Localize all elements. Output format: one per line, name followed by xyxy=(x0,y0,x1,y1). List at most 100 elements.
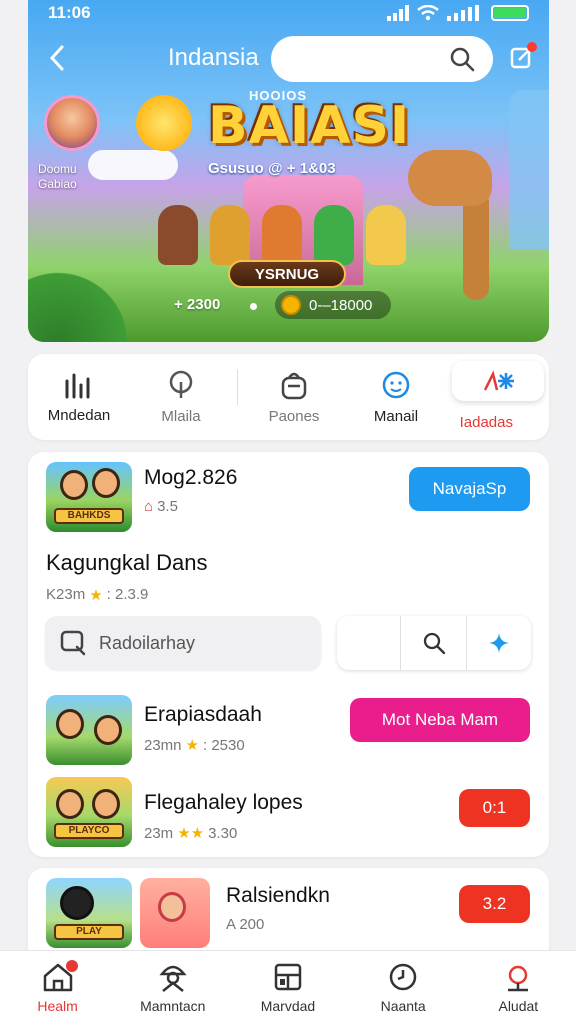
battery-icon xyxy=(491,5,529,21)
alert-icon xyxy=(508,965,529,991)
category-item-0[interactable]: Mndedan xyxy=(33,361,125,433)
search-icon[interactable] xyxy=(449,46,475,72)
hero-bush xyxy=(28,252,128,342)
score-button[interactable]: 3.2 xyxy=(459,885,530,923)
item-title: Flegahaley lopes xyxy=(144,791,303,814)
home-icon: ⌂ xyxy=(144,498,154,515)
item-meta: 23m ★★ 3.30 xyxy=(144,824,238,843)
thumbnail-label: PLAYCO xyxy=(54,823,124,839)
search-input-placeholder: Radoilarhay xyxy=(99,632,196,653)
grid-icon xyxy=(274,963,302,990)
item-meta: 23mn ★ : 2530 xyxy=(144,736,245,755)
chat-search-icon xyxy=(60,630,86,656)
toolbox-search-button[interactable] xyxy=(401,616,467,670)
item-meta-prefix: 23mn xyxy=(144,736,182,754)
bottom-nav: Healm Mamntacn Marvdad Naanta Aludat xyxy=(0,950,576,1024)
hero-banner[interactable]: 11:06 Indansia Doomu Gabiao HOOIOS BAIAS… xyxy=(28,0,549,342)
category-label: Paones xyxy=(268,407,320,425)
notification-dot xyxy=(527,42,537,52)
edit-button[interactable] xyxy=(505,40,539,74)
nav-label: Aludat xyxy=(498,997,539,1014)
avatar[interactable] xyxy=(44,95,100,151)
nav-label: Naanta xyxy=(380,997,426,1014)
hero-stat-coin-value: 0-–18000 xyxy=(309,296,373,314)
search-input[interactable]: Radoilarhay xyxy=(45,616,321,670)
category-label-active: Iadadas xyxy=(459,414,513,431)
game-list-card: BAHKDS Mog2.826 ⌂ 3.5 NavajaSp Kagungkal… xyxy=(28,452,549,857)
nav-label: Healm xyxy=(37,997,78,1014)
nav-item-mamntacn[interactable]: Mamntacn xyxy=(123,962,223,1014)
category-bar: Mndedan Mlaila Paones Manail Iadadas xyxy=(28,354,549,440)
star-icon: ★★ xyxy=(177,825,205,842)
user-icon xyxy=(159,965,187,992)
category-item-2[interactable]: Paones xyxy=(248,361,340,433)
category-divider xyxy=(237,369,238,405)
game-thumbnail[interactable]: PLAY xyxy=(46,878,132,948)
hero-stat-coin: 0-–18000 xyxy=(275,291,391,319)
sparkle-icon xyxy=(489,633,509,653)
page-title: Indansia xyxy=(168,44,259,71)
toolbox-sparkle-button[interactable] xyxy=(467,616,531,670)
search-bar[interactable] xyxy=(271,36,493,82)
game-thumbnail[interactable] xyxy=(46,695,132,765)
signal-icon xyxy=(387,5,409,21)
chevron-left-icon xyxy=(49,45,64,71)
game-thumbnail[interactable] xyxy=(140,878,210,948)
bag-icon xyxy=(281,372,307,399)
chart-bars-icon xyxy=(65,373,90,398)
item-title: Ralsiendkn xyxy=(226,884,330,907)
pin-icon xyxy=(169,370,193,398)
section-meta: K23m ★ : 2.3.9 xyxy=(46,586,148,604)
sparkle-icon xyxy=(483,370,514,391)
clock-icon xyxy=(389,963,417,990)
smiley-icon xyxy=(382,371,410,398)
category-item-4[interactable] xyxy=(452,361,544,401)
nav-item-naanta[interactable]: Naanta xyxy=(353,962,453,1014)
item-title: Erapiasdaah xyxy=(144,703,262,726)
section-meta-rating: : 2.3.9 xyxy=(106,586,149,603)
back-button[interactable] xyxy=(36,37,78,79)
section-meta-prefix: K23m xyxy=(46,586,86,603)
category-label: Manail xyxy=(373,407,419,425)
hero-banner-label: YSRNUG xyxy=(228,260,346,288)
category-label: Mndedan xyxy=(47,406,111,424)
top-header: Indansia xyxy=(28,34,549,82)
signal2-icon xyxy=(447,5,479,21)
status-bar: 11:06 xyxy=(48,2,529,24)
item-meta-rating: 3.30 xyxy=(208,824,238,842)
nav-item-home[interactable]: Healm xyxy=(8,959,108,1014)
wifi-icon xyxy=(417,5,439,21)
category-item-1[interactable]: Mlaila xyxy=(135,361,227,433)
hero-pillar xyxy=(509,90,549,250)
thumbnail-label: PLAY xyxy=(54,924,124,940)
nav-label: Marvdad xyxy=(260,997,316,1014)
navaja-button[interactable]: NavajaSp xyxy=(409,467,530,511)
mot-neba-button[interactable]: Mot Neba Mam xyxy=(350,698,530,742)
category-item-3[interactable]: Manail xyxy=(350,361,442,433)
category-label: Mlaila xyxy=(161,407,201,425)
nav-item-marvdad[interactable]: Marvdad xyxy=(238,962,338,1014)
search-icon xyxy=(423,632,445,655)
section-title: Kagungkal Dans xyxy=(46,550,208,575)
star-icon: ★ xyxy=(89,587,103,604)
hero-stat-dot xyxy=(250,303,257,310)
game-thumbnail[interactable]: PLAYCO xyxy=(46,777,132,847)
hero-subtitle: Gsusuo @ + 1&03 xyxy=(208,160,336,177)
star-icon: ★ xyxy=(185,737,199,754)
toolbox-blank-button[interactable] xyxy=(337,616,401,670)
avatar-name: Doomu Gabiao xyxy=(38,162,77,191)
item-meta: A 200 xyxy=(226,916,265,933)
score-button[interactable]: 0:1 xyxy=(459,789,530,827)
hero-logo: BAIASI xyxy=(208,96,411,156)
nav-item-aludat[interactable]: Aludat xyxy=(468,962,568,1014)
coin-icon xyxy=(281,295,301,315)
game-thumbnail[interactable]: BAHKDS xyxy=(46,462,132,532)
item-meta-prefix: 23m xyxy=(144,824,174,842)
search-toolbox xyxy=(337,616,531,670)
nav-label: Mamntacn xyxy=(140,997,206,1014)
sun-mascot xyxy=(136,95,192,151)
notification-dot xyxy=(65,959,78,972)
status-time: 11:06 xyxy=(48,3,91,22)
item-meta-rating: : 2530 xyxy=(202,736,245,754)
item-meta: ⌂ 3.5 xyxy=(144,498,178,515)
